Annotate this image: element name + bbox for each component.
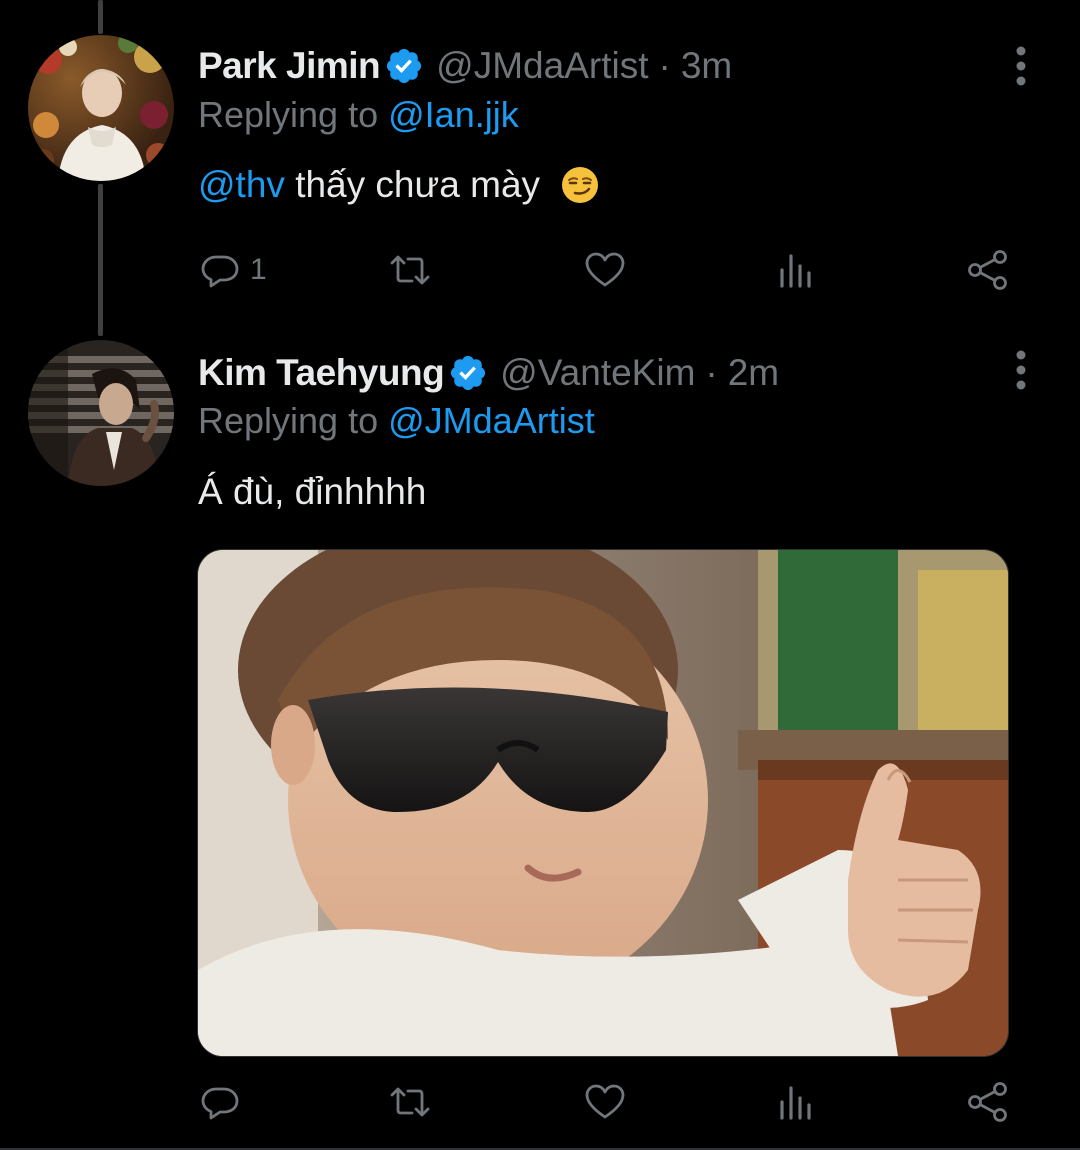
replying-to-link[interactable]: @Ian.jjk (388, 94, 519, 135)
analytics-icon (774, 248, 818, 292)
heart-icon (583, 1080, 627, 1124)
retweet-button[interactable] (388, 1080, 432, 1124)
reply-icon (198, 248, 242, 292)
mention-link[interactable]: @thv (198, 164, 285, 205)
views-button[interactable] (774, 1080, 818, 1124)
verified-badge-icon (384, 46, 424, 86)
verified-badge-icon (448, 353, 488, 393)
replying-to-label: Replying to (198, 94, 379, 135)
replying-to: Replying to @Ian.jjk (198, 93, 519, 137)
timestamp[interactable]: 3m (681, 44, 732, 88)
retweet-icon (388, 1080, 432, 1124)
tweet-1-header: Park Jimin @JMdaArtist · 3m (198, 44, 732, 88)
display-name[interactable]: Kim Taehyung (198, 351, 445, 395)
user-handle[interactable]: @VanteKim (500, 351, 695, 395)
more-vertical-icon[interactable] (1008, 44, 1034, 88)
replying-to-link[interactable]: @JMdaArtist (388, 400, 595, 441)
like-button[interactable] (583, 1080, 627, 1124)
avatar-kim-taehyung[interactable] (28, 340, 174, 486)
thread-line-top (98, 0, 103, 34)
tweet-1-actions: 1 (198, 248, 1018, 292)
replying-to-label: Replying to (198, 400, 379, 441)
reply-count: 1 (250, 253, 267, 286)
share-button[interactable] (966, 248, 1010, 292)
thread-line-connector (98, 184, 103, 336)
heart-icon (583, 248, 627, 292)
tweet-2-actions (198, 1080, 1018, 1124)
more-vertical-icon[interactable] (1008, 348, 1034, 392)
display-name[interactable]: Park Jimin (198, 44, 381, 88)
smirking-face-emoji (560, 165, 600, 205)
separator-dot: · (658, 45, 671, 86)
views-button[interactable] (774, 248, 818, 292)
separator-dot: · (705, 352, 718, 393)
timestamp[interactable]: 2m (728, 351, 779, 395)
user-handle[interactable]: @JMdaArtist (436, 44, 648, 88)
tweet-media-photo[interactable] (197, 549, 1009, 1057)
tweet-2-header: Kim Taehyung @VanteKim · 2m (198, 351, 779, 395)
tweet-body: thấy chưa mày (295, 164, 541, 205)
retweet-icon (388, 248, 432, 292)
reply-button[interactable] (198, 1080, 250, 1124)
reply-button[interactable]: 1 (198, 248, 267, 292)
analytics-icon (774, 1080, 818, 1124)
share-button[interactable] (966, 1080, 1010, 1124)
share-icon (966, 248, 1010, 292)
avatar-park-jimin[interactable] (28, 35, 174, 181)
replying-to: Replying to @JMdaArtist (198, 399, 595, 443)
tweet-text: Á đù, đỉnhhhh (198, 471, 427, 512)
reply-icon (198, 1080, 242, 1124)
retweet-button[interactable] (388, 248, 432, 292)
tweet-text: @thv thấy chưa mày (198, 161, 600, 209)
share-icon (966, 1080, 1010, 1124)
like-button[interactable] (583, 248, 627, 292)
